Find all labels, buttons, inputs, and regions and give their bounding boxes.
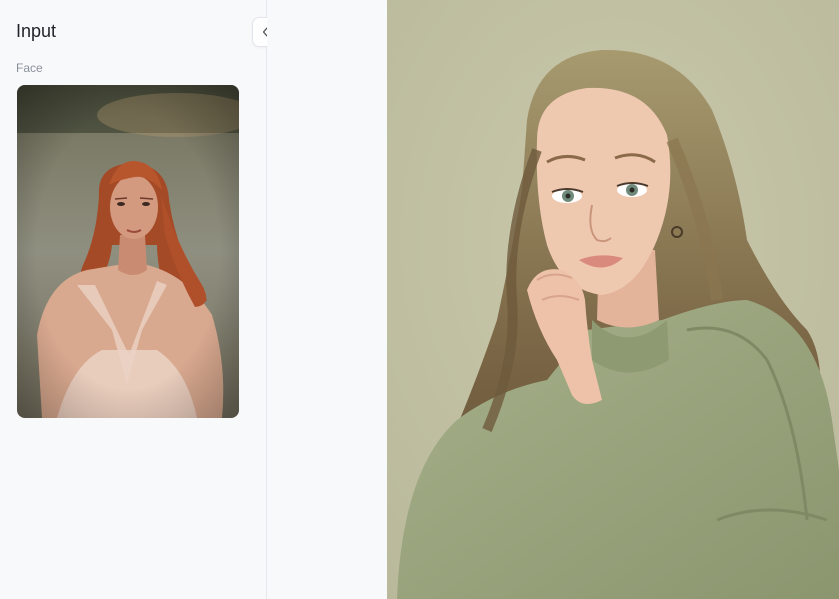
workspace-gap [267, 0, 387, 599]
input-panel: Input Face [0, 0, 267, 599]
face-photo [17, 85, 239, 418]
result-image[interactable] [387, 0, 839, 599]
result-photo [387, 0, 839, 599]
panel-title: Input [16, 21, 57, 41]
face-image[interactable] [17, 85, 239, 418]
face-section-label: Face [16, 61, 43, 75]
